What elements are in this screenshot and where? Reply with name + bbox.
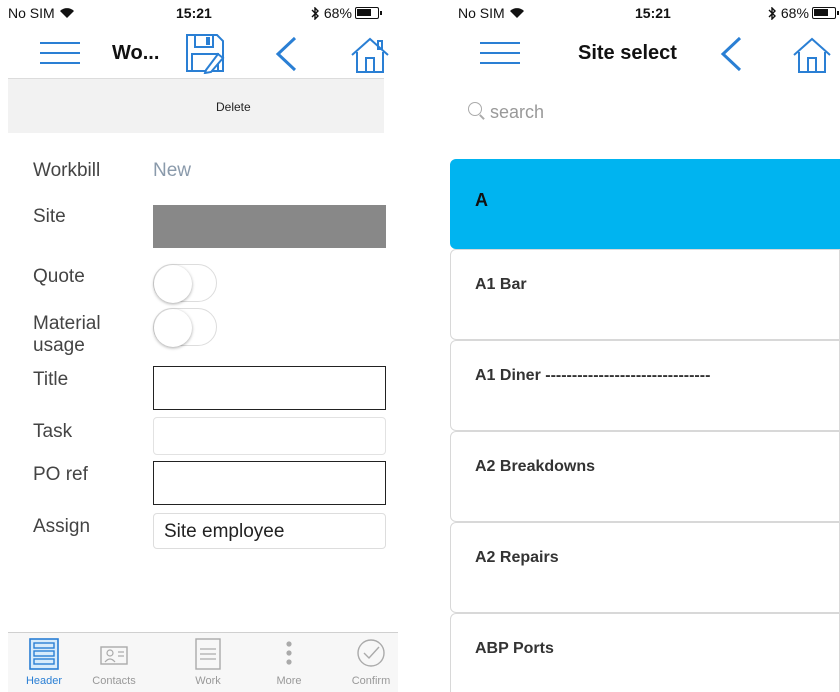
status-bar: No SIM 15:21 68% bbox=[450, 0, 840, 26]
search-icon bbox=[468, 102, 482, 116]
list-item[interactable]: A1 Bar bbox=[450, 249, 840, 340]
nav-bar: Wo... bbox=[0, 26, 398, 78]
assign-select[interactable]: Site employee bbox=[153, 513, 386, 549]
save-icon[interactable] bbox=[184, 32, 228, 74]
quote-label: Quote bbox=[33, 266, 85, 287]
task-input[interactable] bbox=[153, 417, 386, 455]
material-usage-label: Material usage bbox=[33, 313, 101, 356]
back-icon[interactable] bbox=[273, 36, 299, 72]
wifi-icon bbox=[509, 8, 524, 18]
po-ref-label: PO ref bbox=[33, 464, 88, 485]
home-icon[interactable] bbox=[350, 36, 390, 74]
more-icon bbox=[286, 641, 292, 665]
header-icon bbox=[29, 638, 59, 670]
delete-button[interactable]: Delete bbox=[216, 100, 251, 114]
assign-label: Assign bbox=[33, 516, 91, 537]
list-item[interactable]: A2 Repairs bbox=[450, 522, 840, 613]
status-bar: No SIM 15:21 68% bbox=[0, 0, 398, 26]
tab-label: Header bbox=[25, 675, 63, 687]
battery-icon bbox=[354, 7, 382, 19]
back-icon[interactable] bbox=[718, 36, 744, 72]
nav-bar: Site select bbox=[450, 26, 840, 78]
quote-toggle[interactable] bbox=[153, 264, 217, 303]
workbill-label: Workbill bbox=[33, 160, 101, 181]
tab-contacts[interactable]: Contacts bbox=[78, 637, 150, 687]
carrier-label: No SIM bbox=[8, 5, 75, 21]
workbill-screen: No SIM 15:21 68% Wo... Delete Workbill N… bbox=[0, 0, 398, 692]
tab-label: Work bbox=[195, 675, 221, 687]
po-ref-input[interactable] bbox=[153, 461, 386, 505]
battery-status: 68% bbox=[768, 5, 839, 21]
bluetooth-icon bbox=[768, 6, 776, 21]
tab-confirm[interactable]: Confirm bbox=[335, 637, 398, 687]
list-item[interactable]: A2 Breakdowns bbox=[450, 431, 840, 522]
menu-icon[interactable] bbox=[480, 40, 520, 66]
tab-header[interactable]: Header bbox=[8, 637, 80, 687]
list-item[interactable]: ABP Ports bbox=[450, 613, 840, 692]
tab-label: More bbox=[276, 675, 302, 687]
toggle-knob bbox=[154, 309, 192, 347]
carrier-label: No SIM bbox=[458, 5, 525, 21]
list-item[interactable]: A1 Diner ------------------------------- bbox=[450, 340, 840, 431]
search-input[interactable] bbox=[490, 98, 810, 126]
contacts-icon bbox=[100, 646, 128, 665]
work-icon bbox=[195, 638, 221, 670]
tab-more[interactable]: More bbox=[253, 637, 325, 687]
material-usage-toggle[interactable] bbox=[153, 308, 217, 347]
search-bar bbox=[450, 92, 840, 132]
status-time: 15:21 bbox=[176, 5, 212, 21]
section-header-a: A bbox=[450, 159, 840, 249]
tab-work[interactable]: Work bbox=[172, 637, 244, 687]
tab-label: Contacts bbox=[92, 675, 136, 687]
task-label: Task bbox=[33, 421, 73, 442]
confirm-icon bbox=[357, 639, 385, 667]
status-time: 15:21 bbox=[635, 5, 671, 21]
workbill-value: New bbox=[153, 160, 192, 181]
bluetooth-icon bbox=[311, 6, 319, 21]
wifi-icon bbox=[59, 8, 74, 18]
toggle-knob bbox=[154, 265, 192, 303]
site-label: Site bbox=[33, 206, 66, 227]
title-label: Title bbox=[33, 369, 69, 390]
site-field[interactable] bbox=[153, 205, 386, 248]
action-bar: Delete bbox=[8, 78, 384, 133]
site-select-screen: No SIM 15:21 68% Site select A A1 Bar A1… bbox=[450, 0, 840, 692]
tab-bar: Header Contacts Work More Confirm bbox=[8, 632, 398, 692]
title-input[interactable] bbox=[153, 366, 386, 410]
page-title: Site select bbox=[578, 42, 677, 64]
battery-icon bbox=[811, 7, 839, 19]
page-title: Wo... bbox=[112, 42, 160, 64]
home-icon[interactable] bbox=[792, 36, 832, 74]
menu-icon[interactable] bbox=[40, 40, 80, 66]
battery-status: 68% bbox=[311, 5, 382, 21]
tab-label: Confirm bbox=[351, 675, 391, 687]
